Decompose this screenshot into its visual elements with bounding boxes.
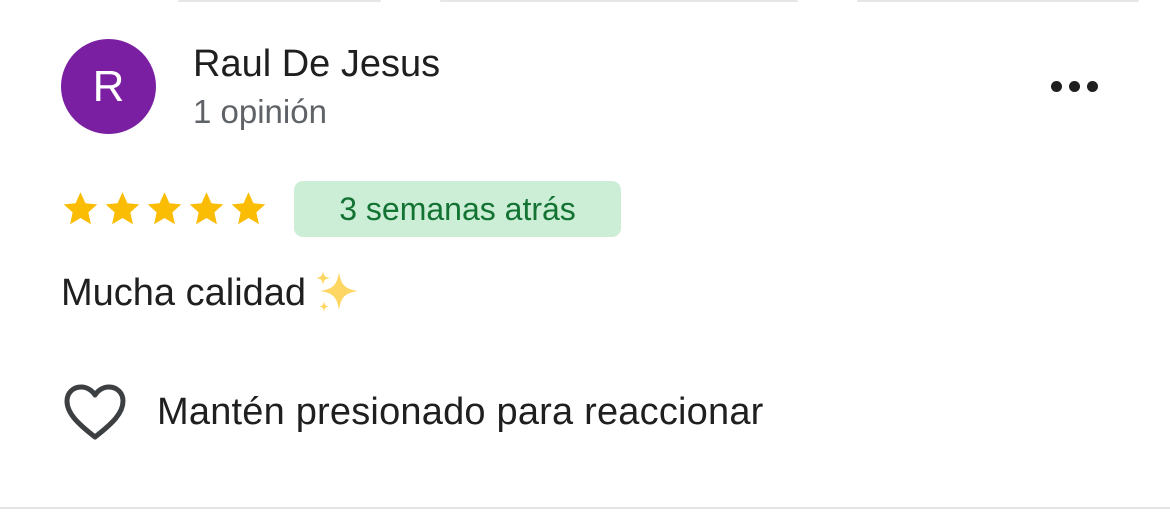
review-text: Mucha calidad — [61, 268, 362, 318]
top-tab-indicator-1 — [178, 0, 381, 2]
sparkles-icon — [316, 271, 359, 312]
review-count: 1 opinión — [193, 93, 327, 130]
star-icon — [102, 186, 143, 232]
more-dot-icon — [1050, 80, 1062, 92]
more-dot-icon — [1086, 80, 1098, 92]
avatar[interactable]: R — [61, 39, 156, 134]
star-rating — [60, 186, 269, 232]
star-icon — [144, 186, 185, 232]
top-tab-indicator-3 — [857, 0, 1139, 2]
star-icon — [186, 186, 227, 232]
react-label: Mantén presionado para reaccionar — [157, 390, 764, 433]
star-icon — [228, 186, 269, 232]
star-icon — [60, 186, 101, 232]
react-button[interactable]: Mantén presionado para reaccionar — [63, 382, 764, 442]
reviewer-name[interactable]: Raul De Jesus — [193, 42, 440, 86]
more-options-button[interactable] — [1038, 66, 1110, 106]
time-ago-badge: 3 semanas atrás — [294, 181, 621, 237]
review-body: Mucha calidad — [61, 272, 307, 314]
top-tab-indicator-2 — [440, 0, 798, 2]
heart-outline-icon — [64, 384, 126, 440]
more-dot-icon — [1068, 80, 1080, 92]
divider — [0, 507, 1170, 509]
